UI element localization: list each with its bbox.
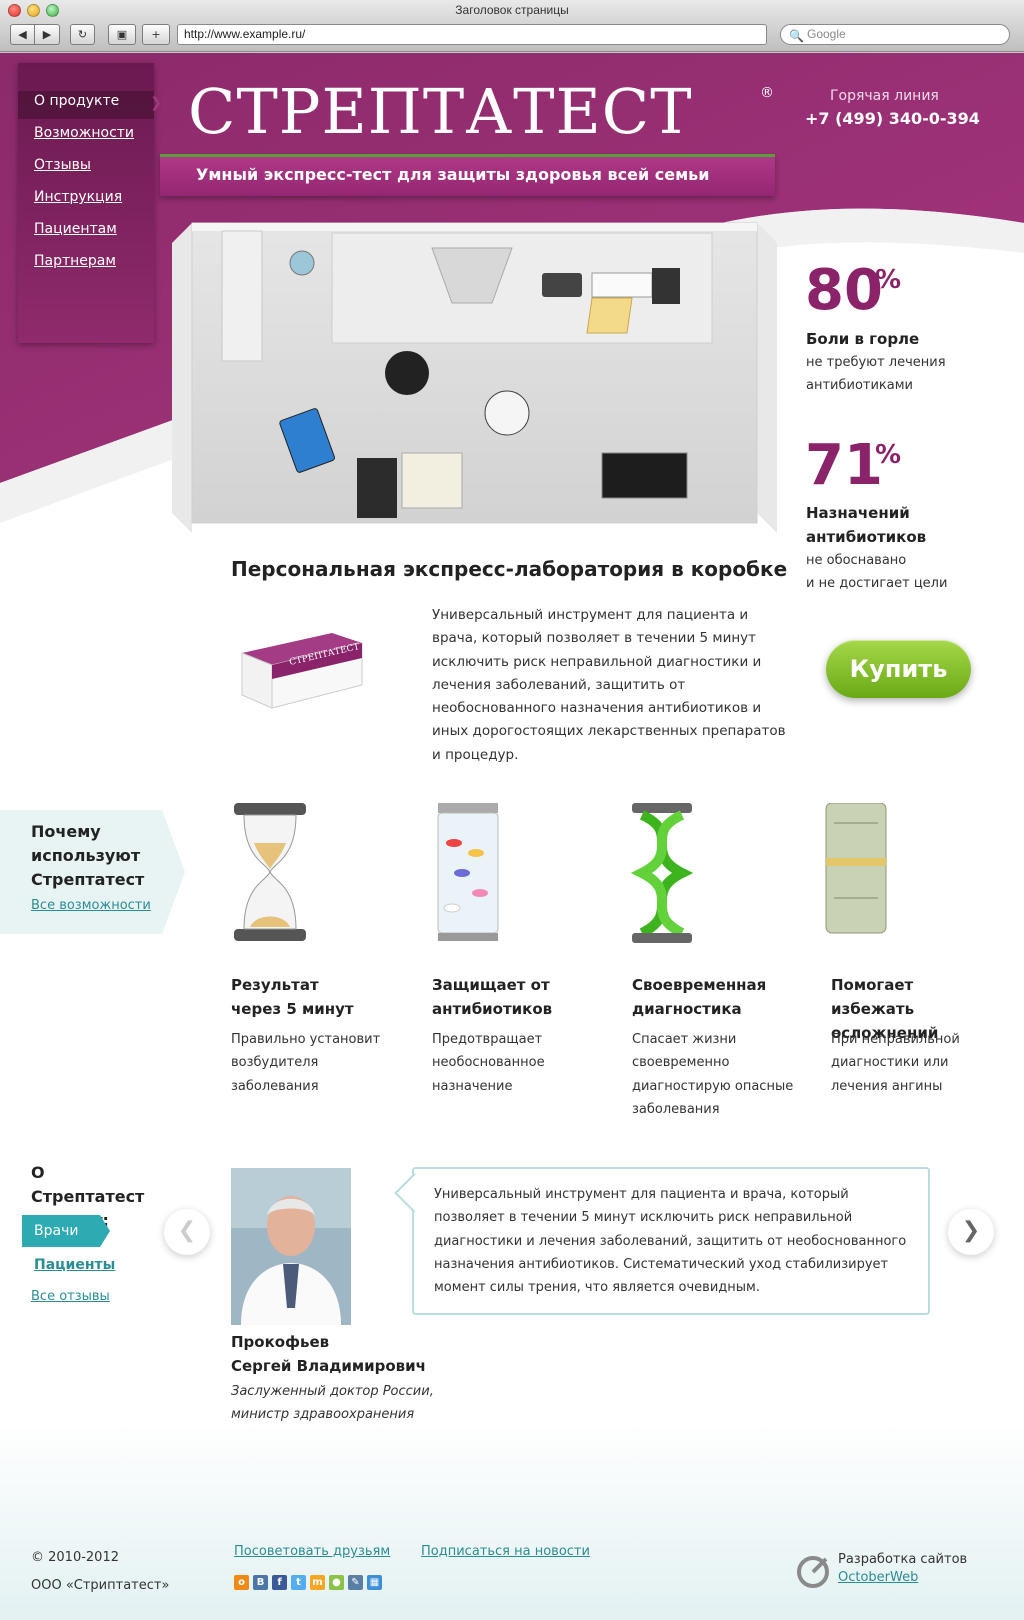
twitter-icon[interactable]: t — [291, 1575, 306, 1590]
feature-2-title: Защищает от антибиотиков — [432, 976, 553, 1018]
add-bookmark-button[interactable]: + — [142, 24, 170, 45]
stat-throat-text-2: антибиотиками — [806, 378, 914, 393]
feature-3-text: Спасает жизни своевременно диагностирую … — [632, 1032, 794, 1117]
snapback-button[interactable]: ▣ — [108, 24, 136, 45]
money-roll-icon — [825, 803, 887, 934]
author-role-line-1: Заслуженный доктор России, — [231, 1384, 434, 1399]
review-quote-box: Универсальный инструмент для пациента и … — [412, 1167, 930, 1315]
address-bar[interactable]: http://www.example.ru/ — [177, 24, 767, 45]
all-features-link[interactable]: Все возможности — [31, 898, 151, 913]
why-title: Почему используют Стрептатест — [31, 822, 145, 889]
facebook-icon[interactable]: f — [272, 1575, 287, 1590]
pills-jar-icon — [437, 803, 499, 941]
nav-item-patients[interactable]: Пациентам — [34, 221, 154, 237]
site-logo[interactable]: СТРЕПТАТЕСТ — [188, 75, 693, 148]
stat-antibiotics-text-2: и не достигает цели — [806, 576, 948, 591]
social-icons: o B f t m ● ✎ ▦ — [234, 1575, 382, 1590]
tagline-banner: Умный экспресс-тест для защиты здоровья … — [160, 154, 775, 196]
liveinternet-icon[interactable]: ▦ — [367, 1575, 382, 1590]
developer-link[interactable]: OctoberWeb — [838, 1570, 918, 1585]
stat-throat-unit: % — [875, 265, 902, 295]
feature-3-title: Своевременная диагностика — [632, 976, 767, 1018]
author-name-line-2: Сергей Владимирович — [231, 1357, 426, 1375]
tab-doctors[interactable]: Врачи — [22, 1215, 110, 1247]
developer-label: Разработка сайтов — [838, 1552, 968, 1567]
octoberweb-logo-icon — [797, 1556, 829, 1588]
feature-1-title: Результат через 5 минут — [231, 976, 354, 1018]
stat-throat-text-1: не требуют лечения — [806, 355, 946, 370]
chevron-right-icon: ❯ — [150, 95, 162, 111]
feature-2-text: Предотвращает необоснованное назначение — [432, 1032, 545, 1094]
feature-1-text: Правильно установит возбудителя заболева… — [231, 1032, 381, 1094]
side-navigation: О продукте Возможности Отзывы Инструкция… — [18, 63, 162, 343]
feature-4-text: При неправильной диагностики или лечения… — [831, 1032, 960, 1094]
stat-antibiotics-value: 71 — [805, 433, 883, 498]
stat-antibiotics-title-1: Назначений — [806, 504, 910, 522]
author-name-line-1: Прокофьев — [231, 1333, 330, 1351]
search-field[interactable]: 🔍 Google — [780, 24, 1010, 45]
search-placeholder: Google — [807, 27, 846, 41]
nav-item-about[interactable]: О продукте — [34, 93, 154, 109]
footer-copyright: © 2010-2012 ООО «Стриптатест» — [31, 1544, 169, 1600]
review-quote-text: Универсальный инструмент для пациента и … — [434, 1187, 907, 1296]
browser-toolbar: Заголовок страницы ◀ ▶ ↻ ▣ + http://www.… — [0, 0, 1024, 52]
product-section-title: Персональная экспресс-лаборатория в коро… — [231, 557, 788, 581]
tab-patients[interactable]: Пациенты — [34, 1257, 115, 1273]
nav-item-reviews[interactable]: Отзывы — [34, 157, 154, 173]
developer-credit: Разработка сайтов OctoberWeb — [838, 1551, 967, 1587]
history-buttons: ◀ ▶ — [10, 24, 60, 45]
chevron-left-icon: ❮ — [177, 1218, 197, 1243]
next-review-button[interactable]: ❯ — [948, 1209, 994, 1255]
recommend-friends-link[interactable]: Посоветовать друзьям — [234, 1544, 390, 1559]
hourglass-icon — [234, 803, 306, 941]
hotline-phone[interactable]: +7 (499) 340-0-394 — [805, 109, 980, 128]
nav-item-features[interactable]: Возможности — [34, 125, 154, 141]
lab-box-illustration — [172, 222, 777, 533]
window-title: Заголовок страницы — [455, 3, 569, 17]
web-page: О продукте Возможности Отзывы Инструкция… — [0, 53, 1024, 1620]
buy-button[interactable]: Купить — [826, 640, 971, 698]
company-name: ООО «Стриптатест» — [31, 1578, 170, 1593]
forward-button[interactable]: ▶ — [35, 24, 60, 45]
stat-antibiotics-unit: % — [875, 440, 902, 470]
search-icon: 🔍 — [789, 29, 804, 43]
registered-mark: ® — [760, 85, 774, 101]
product-description: Универсальный инструмент для пациента и … — [432, 607, 786, 763]
nav-item-partners[interactable]: Партнерам — [34, 253, 154, 269]
hotline-label: Горячая линия — [830, 88, 939, 104]
friends-icon[interactable]: ● — [329, 1575, 344, 1590]
stat-throat-value: 80 — [805, 258, 883, 323]
stat-antibiotics-text-1: не обоснавано — [806, 553, 907, 568]
chevron-right-icon: ❯ — [961, 1218, 981, 1243]
copyright-text: © 2010-2012 — [31, 1550, 119, 1565]
back-button[interactable]: ◀ — [10, 24, 35, 45]
odnoklassniki-icon[interactable]: o — [234, 1575, 249, 1590]
vkontakte-icon[interactable]: B — [253, 1575, 268, 1590]
moi-mir-icon[interactable]: m — [310, 1575, 325, 1590]
reload-button[interactable]: ↻ — [70, 24, 95, 45]
stat-antibiotics-title-2: антибиотиков — [806, 528, 927, 546]
doctor-photo — [231, 1168, 351, 1325]
subscribe-news-link[interactable]: Подписаться на новости — [421, 1544, 590, 1559]
product-box-image: СТРЕПТАТЕСТ — [241, 633, 363, 709]
dna-helix-icon — [630, 803, 694, 943]
prev-review-button[interactable]: ❮ — [164, 1209, 210, 1255]
all-reviews-link[interactable]: Все отзывы — [31, 1289, 110, 1304]
livejournal-icon[interactable]: ✎ — [348, 1575, 363, 1590]
stat-throat-title: Боли в горле — [806, 330, 920, 348]
nav-item-instruction[interactable]: Инструкция — [34, 189, 154, 205]
